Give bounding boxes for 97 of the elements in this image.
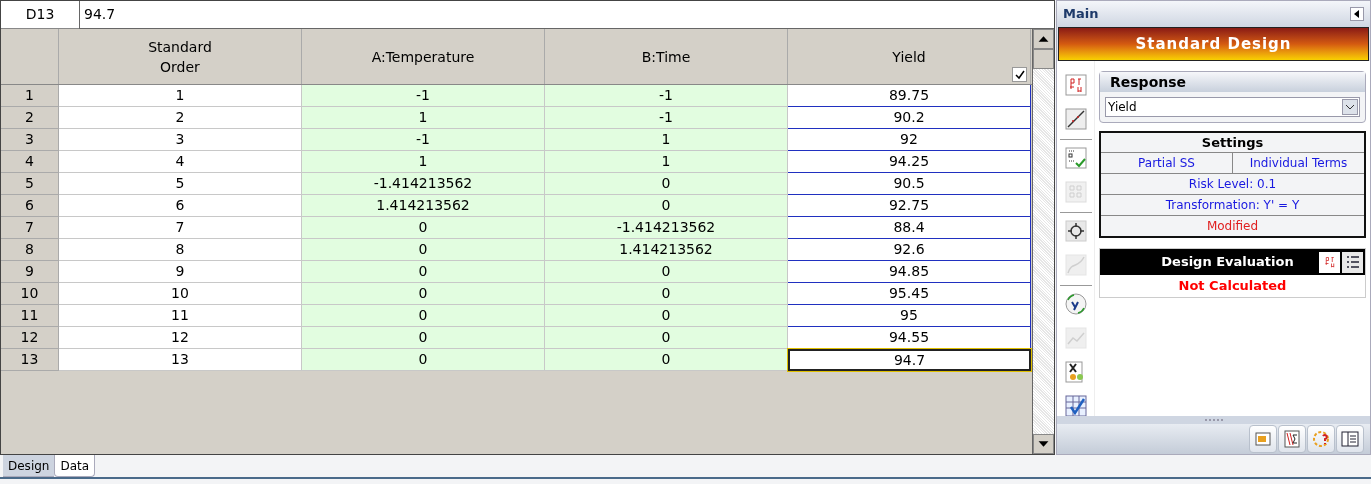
column-checkbox[interactable] — [1012, 67, 1027, 82]
table-cell: 7 — [59, 217, 302, 239]
table-cell: 90.5 — [788, 173, 1031, 195]
column-header[interactable]: B:Time — [545, 29, 788, 84]
table-cell: 0 — [302, 349, 545, 371]
collapse-button[interactable] — [1350, 7, 1364, 21]
table-cell: 0 — [302, 217, 545, 239]
book-icon-button[interactable] — [1336, 425, 1364, 453]
evaluation-header: Design Evaluation — [1160, 253, 1295, 272]
table-cell: -1 — [302, 85, 545, 107]
table-cell: 0 — [302, 305, 545, 327]
table-check-icon[interactable] — [1063, 394, 1088, 418]
table-cell: 92.75 — [788, 195, 1031, 217]
design-banner: Standard Design — [1058, 27, 1369, 61]
book-icon — [1340, 428, 1360, 450]
checklist-icon[interactable] — [1063, 146, 1088, 170]
table-cell: 1.414213562 — [545, 239, 788, 261]
table-cell: -1.414213562 — [302, 173, 545, 195]
formula-input[interactable]: 94.7 — [79, 1, 1054, 29]
table-cell: 90.2 — [788, 107, 1031, 129]
table-cell: 1 — [302, 107, 545, 129]
symbols-button[interactable] — [1319, 251, 1340, 273]
help-icon — [1311, 428, 1331, 450]
trend-line-icon[interactable] — [1063, 107, 1088, 131]
column-header[interactable]: A:Temperature — [302, 29, 545, 84]
transform-icon[interactable] — [1063, 292, 1088, 316]
evaluation-status: Not Calculated — [1178, 277, 1287, 296]
settings-header: Settings — [1101, 133, 1364, 153]
table-cell: 5 — [59, 173, 302, 195]
dropdown-caret-icon[interactable] — [1342, 99, 1358, 115]
table-cell: 0 — [302, 261, 545, 283]
table-cell: 0 — [545, 195, 788, 217]
table-cell: 0 — [302, 239, 545, 261]
scroll-thumb[interactable] — [1033, 49, 1054, 69]
table-cell: 1 — [302, 151, 545, 173]
table-cell: 0 — [545, 173, 788, 195]
scroll-down-icon[interactable] — [1033, 434, 1054, 454]
table-cell: 6 — [59, 195, 302, 217]
response-header: Response — [1100, 72, 1365, 92]
table-cell: 1 — [545, 129, 788, 151]
table-cell: 8 — [59, 239, 302, 261]
setting-link[interactable]: Individual Terms — [1232, 153, 1364, 173]
panel-title: Main — [1063, 5, 1099, 24]
table-cell: 0 — [302, 283, 545, 305]
scroll-up-icon[interactable] — [1033, 29, 1054, 49]
setting-link[interactable]: Partial SS — [1101, 153, 1232, 173]
table-cell: 0 — [545, 327, 788, 349]
table-cell: 94.55 — [788, 327, 1031, 349]
symbols-icon[interactable] — [1063, 73, 1088, 97]
collapse-arrow-icon — [1354, 10, 1360, 18]
table-cell: 0 — [545, 349, 788, 371]
column-header[interactable]: Standard Order — [59, 29, 302, 84]
table-cell: 1 — [545, 151, 788, 173]
table-cell: 92 — [788, 129, 1031, 151]
table-cell: -1.414213562 — [545, 217, 788, 239]
column-header[interactable]: Yield — [788, 29, 1031, 84]
table-cell: 95 — [788, 305, 1031, 327]
table-cell: 88.4 — [788, 217, 1031, 239]
table-cell: 94.25 — [788, 151, 1031, 173]
table-cell: 89.75 — [788, 85, 1031, 107]
table-cell: 4 — [59, 151, 302, 173]
list-icon — [1344, 254, 1361, 270]
table-cell: 94.85 — [788, 261, 1031, 283]
sheet-tab[interactable]: Design — [3, 455, 55, 477]
table-cell: 1.414213562 — [302, 195, 545, 217]
splitter-handle[interactable] — [1057, 416, 1370, 424]
formula-icon — [1282, 428, 1302, 450]
response-dropdown[interactable]: Yield — [1105, 97, 1360, 117]
table-cell: -1 — [302, 129, 545, 151]
settings-status: Modified — [1206, 218, 1259, 235]
formula-icon-button[interactable] — [1278, 425, 1306, 453]
window-icon-button[interactable] — [1249, 425, 1277, 453]
vertical-scrollbar[interactable] — [1032, 29, 1054, 454]
table-cell: 3 — [59, 129, 302, 151]
table-cell: 9 — [59, 261, 302, 283]
setting-link[interactable]: Transformation: Y' = Y — [1101, 195, 1364, 215]
list-button[interactable] — [1342, 251, 1363, 273]
table-cell: 94.7 — [788, 349, 1031, 371]
help-icon-button[interactable] — [1307, 425, 1335, 453]
sheet-tab[interactable]: Data — [54, 455, 96, 477]
cell-reference: D13 — [1, 1, 79, 29]
table-cell: 0 — [302, 327, 545, 349]
table-cell: 0 — [545, 305, 788, 327]
setting-link[interactable]: Risk Level: 0.1 — [1101, 174, 1364, 194]
table-cell: 95.45 — [788, 283, 1031, 305]
table-cell: 0 — [545, 261, 788, 283]
table-cell: 11 — [59, 305, 302, 327]
table-cell: 0 — [545, 283, 788, 305]
table-cell: 10 — [59, 283, 302, 305]
table-cell: 12 — [59, 327, 302, 349]
table-cell: 1 — [59, 85, 302, 107]
table-cell: -1 — [545, 107, 788, 129]
table-cell: -1 — [545, 85, 788, 107]
crosshair-icon[interactable] — [1063, 219, 1088, 243]
table-cell: 13 — [59, 349, 302, 371]
table-cell: 2 — [59, 107, 302, 129]
table-cell: 92.6 — [788, 239, 1031, 261]
